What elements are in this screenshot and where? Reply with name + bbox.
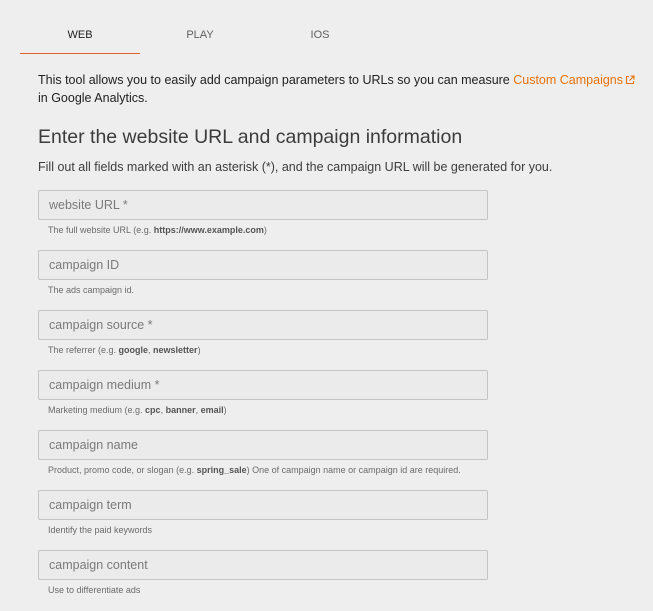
- campaign-name-help: Product, promo code, or slogan (e.g. spr…: [48, 465, 461, 475]
- intro-text: This tool allows you to easily add campa…: [38, 71, 643, 107]
- campaign-medium-help: Marketing medium (e.g. cpc, banner, emai…: [48, 405, 227, 415]
- campaign-term-help: Identify the paid keywords: [48, 525, 153, 535]
- custom-campaigns-link-label: Custom Campaigns: [513, 73, 623, 87]
- campaign-term-field: Identify the paid keywords: [38, 490, 488, 536]
- campaign-content-help: Use to differentiate ads: [48, 585, 141, 595]
- external-link-icon: [625, 75, 635, 85]
- campaign-id-help: The ads campaign id.: [48, 285, 135, 295]
- page-heading: Enter the website URL and campaign infor…: [38, 126, 463, 148]
- campaign-content-field: Use to differentiate ads: [38, 550, 488, 596]
- campaign-medium-field: Marketing medium (e.g. cpc, banner, emai…: [38, 370, 488, 416]
- campaign-medium-input[interactable]: [38, 370, 488, 400]
- campaign-source-field: The referrer (e.g. google, newsletter): [38, 310, 488, 356]
- tab-ios[interactable]: IOS: [260, 22, 380, 53]
- custom-campaigns-link[interactable]: Custom Campaigns: [513, 73, 635, 87]
- campaign-name-field: Product, promo code, or slogan (e.g. spr…: [38, 430, 488, 476]
- website-url-help: The full website URL (e.g. https://www.e…: [48, 225, 267, 235]
- campaign-id-input[interactable]: [38, 250, 488, 280]
- campaign-name-input[interactable]: [38, 430, 488, 460]
- website-url-field: The full website URL (e.g. https://www.e…: [38, 190, 488, 236]
- intro-text-after: in Google Analytics.: [38, 91, 148, 105]
- campaign-id-field: The ads campaign id.: [38, 250, 488, 296]
- page-subheading: Fill out all fields marked with an aster…: [38, 160, 553, 174]
- campaign-term-input[interactable]: [38, 490, 488, 520]
- platform-tabs: WEB PLAY IOS: [20, 22, 380, 54]
- tab-play[interactable]: PLAY: [140, 22, 260, 53]
- campaign-content-input[interactable]: [38, 550, 488, 580]
- website-url-input[interactable]: [38, 190, 488, 220]
- tab-web[interactable]: WEB: [20, 22, 140, 54]
- campaign-source-help: The referrer (e.g. google, newsletter): [48, 345, 201, 355]
- campaign-source-input[interactable]: [38, 310, 488, 340]
- intro-text-before: This tool allows you to easily add campa…: [38, 73, 514, 87]
